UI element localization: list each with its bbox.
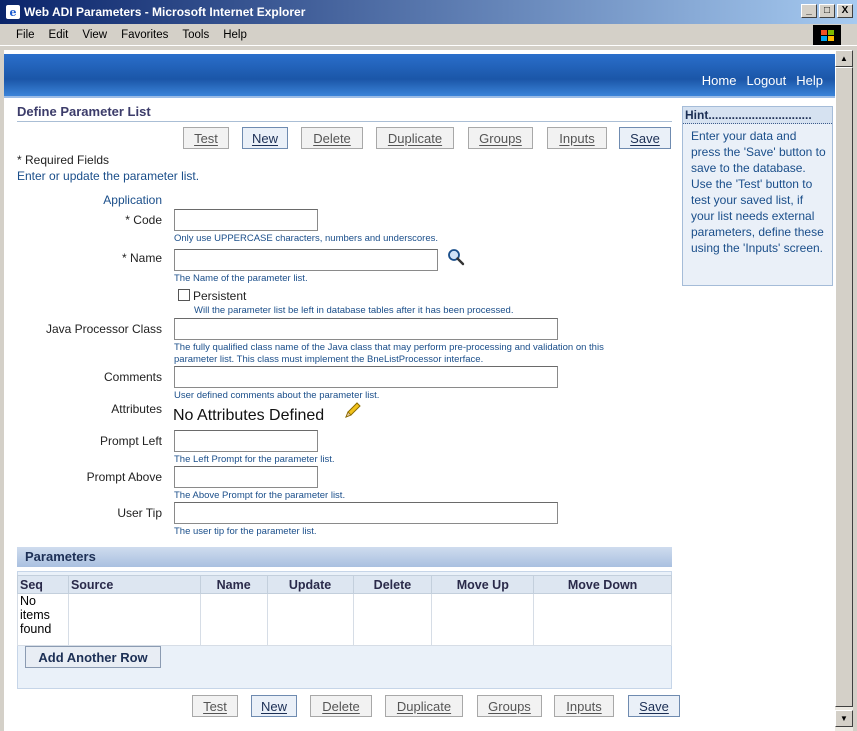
java-processor-tip-1: The fully qualified class name of the Ja… [174,342,604,353]
scroll-up-arrow-icon[interactable]: ▲ [835,50,853,67]
code-input[interactable] [174,209,318,231]
windows-logo-icon [813,25,841,45]
col-update[interactable]: Update [266,575,354,594]
menu-favorites[interactable]: Favorites [121,29,168,41]
ie-logo-icon: e [6,5,20,19]
java-processor-label: Java Processor Class [45,322,162,336]
application-label: Application [103,193,162,207]
attributes-value: No Attributes Defined [173,407,325,424]
name-label: * Name [121,251,162,265]
delete-button-top[interactable]: Delete [301,127,363,149]
code-label: * Code [125,213,162,227]
col-name[interactable]: Name [199,575,268,594]
java-processor-tip-2: parameter list. This class must implemen… [174,354,484,365]
persistent-checkbox[interactable] [178,289,190,301]
hint-body: Enter your data and press the 'Save' but… [691,129,826,255]
menu-view[interactable]: View [82,29,107,41]
maximize-button[interactable]: □ [819,4,835,18]
close-button[interactable]: X [837,4,853,18]
duplicate-button-bottom[interactable]: Duplicate [385,695,463,717]
hint-box: Hint............................... Ente… [682,106,833,286]
help-link[interactable]: Help [796,73,823,88]
prompt-left-tip: The Left Prompt for the parameter list. [174,454,335,465]
brand-divider [4,96,835,98]
add-another-row-button[interactable]: Add Another Row [25,646,161,668]
col-delete[interactable]: Delete [352,575,433,594]
name-tip: The Name of the parameter list. [174,273,308,284]
empty-message: No items found [17,593,69,646]
save-button-top[interactable]: Save [619,127,671,149]
vertical-scrollbar[interactable]: ▲ ▼ [835,50,853,731]
inputs-button-bottom[interactable]: Inputs [554,695,614,717]
menu-file[interactable]: File [16,29,35,41]
parameters-table: Seq Source Name Update Delete Move Up Mo… [17,575,672,646]
code-tip: Only use UPPERCASE characters, numbers a… [174,233,439,244]
menu-edit[interactable]: Edit [49,29,69,41]
scroll-thumb[interactable] [835,67,853,707]
hint-title: Hint............................... [683,107,832,124]
inputs-button-top[interactable]: Inputs [547,127,607,149]
menu-help[interactable]: Help [223,29,247,41]
save-button-bottom[interactable]: Save [628,695,680,717]
home-link[interactable]: Home [702,73,737,88]
test-button-top[interactable]: Test [183,127,229,149]
attributes-label: Attributes [111,402,162,416]
parameters-section-header: Parameters [17,547,672,567]
persistent-tip: Will the parameter list be left in datab… [194,305,514,316]
required-fields-note: * Required Fields [17,153,110,167]
prompt-above-tip: The Above Prompt for the parameter list. [174,490,346,501]
table-row: No items found [17,593,672,646]
logout-link[interactable]: Logout [746,73,786,88]
comments-tip: User defined comments about the paramete… [174,390,380,401]
persistent-label: Persistent [193,289,247,303]
global-nav: Home Logout Help [702,73,823,88]
menubar: File Edit View Favorites Tools Help [0,24,857,46]
menu-tools[interactable]: Tools [182,29,209,41]
groups-button-top[interactable]: Groups [468,127,533,149]
col-move-down[interactable]: Move Down [533,575,672,594]
user-tip-tip: The user tip for the parameter list. [174,526,317,537]
prompt-left-label: Prompt Left [99,434,162,448]
prompt-above-input[interactable] [174,466,318,488]
delete-button-bottom[interactable]: Delete [310,695,372,717]
window-titlebar: e Web ADI Parameters - Microsoft Interne… [0,0,857,24]
new-button-top[interactable]: New [242,127,288,149]
scroll-down-arrow-icon[interactable]: ▼ [835,710,853,727]
col-source[interactable]: Source [67,575,201,594]
groups-button-bottom[interactable]: Groups [477,695,542,717]
user-tip-label: User Tip [117,506,162,520]
test-button-bottom[interactable]: Test [192,695,238,717]
prompt-above-label: Prompt Above [86,470,162,484]
minimize-button[interactable]: _ [801,4,817,18]
col-seq[interactable]: Seq [17,575,69,594]
edit-pencil-icon[interactable] [343,402,361,420]
brand-banner: Home Logout Help [4,54,835,96]
page-title: Define Parameter List [17,104,672,122]
name-input[interactable] [174,249,438,271]
comments-input[interactable] [174,366,558,388]
col-move-up[interactable]: Move Up [431,575,535,594]
comments-label: Comments [103,370,162,384]
duplicate-button-top[interactable]: Duplicate [376,127,454,149]
window-title: Web ADI Parameters - Microsoft Internet … [24,5,306,19]
prompt-left-input[interactable] [174,430,318,452]
new-button-bottom[interactable]: New [251,695,297,717]
browser-viewport: Home Logout Help Define Parameter List T… [4,50,835,731]
search-icon[interactable] [447,248,465,266]
instruction-text: Enter or update the parameter list. [17,169,200,183]
user-tip-input[interactable] [174,502,558,524]
java-processor-input[interactable] [174,318,558,340]
